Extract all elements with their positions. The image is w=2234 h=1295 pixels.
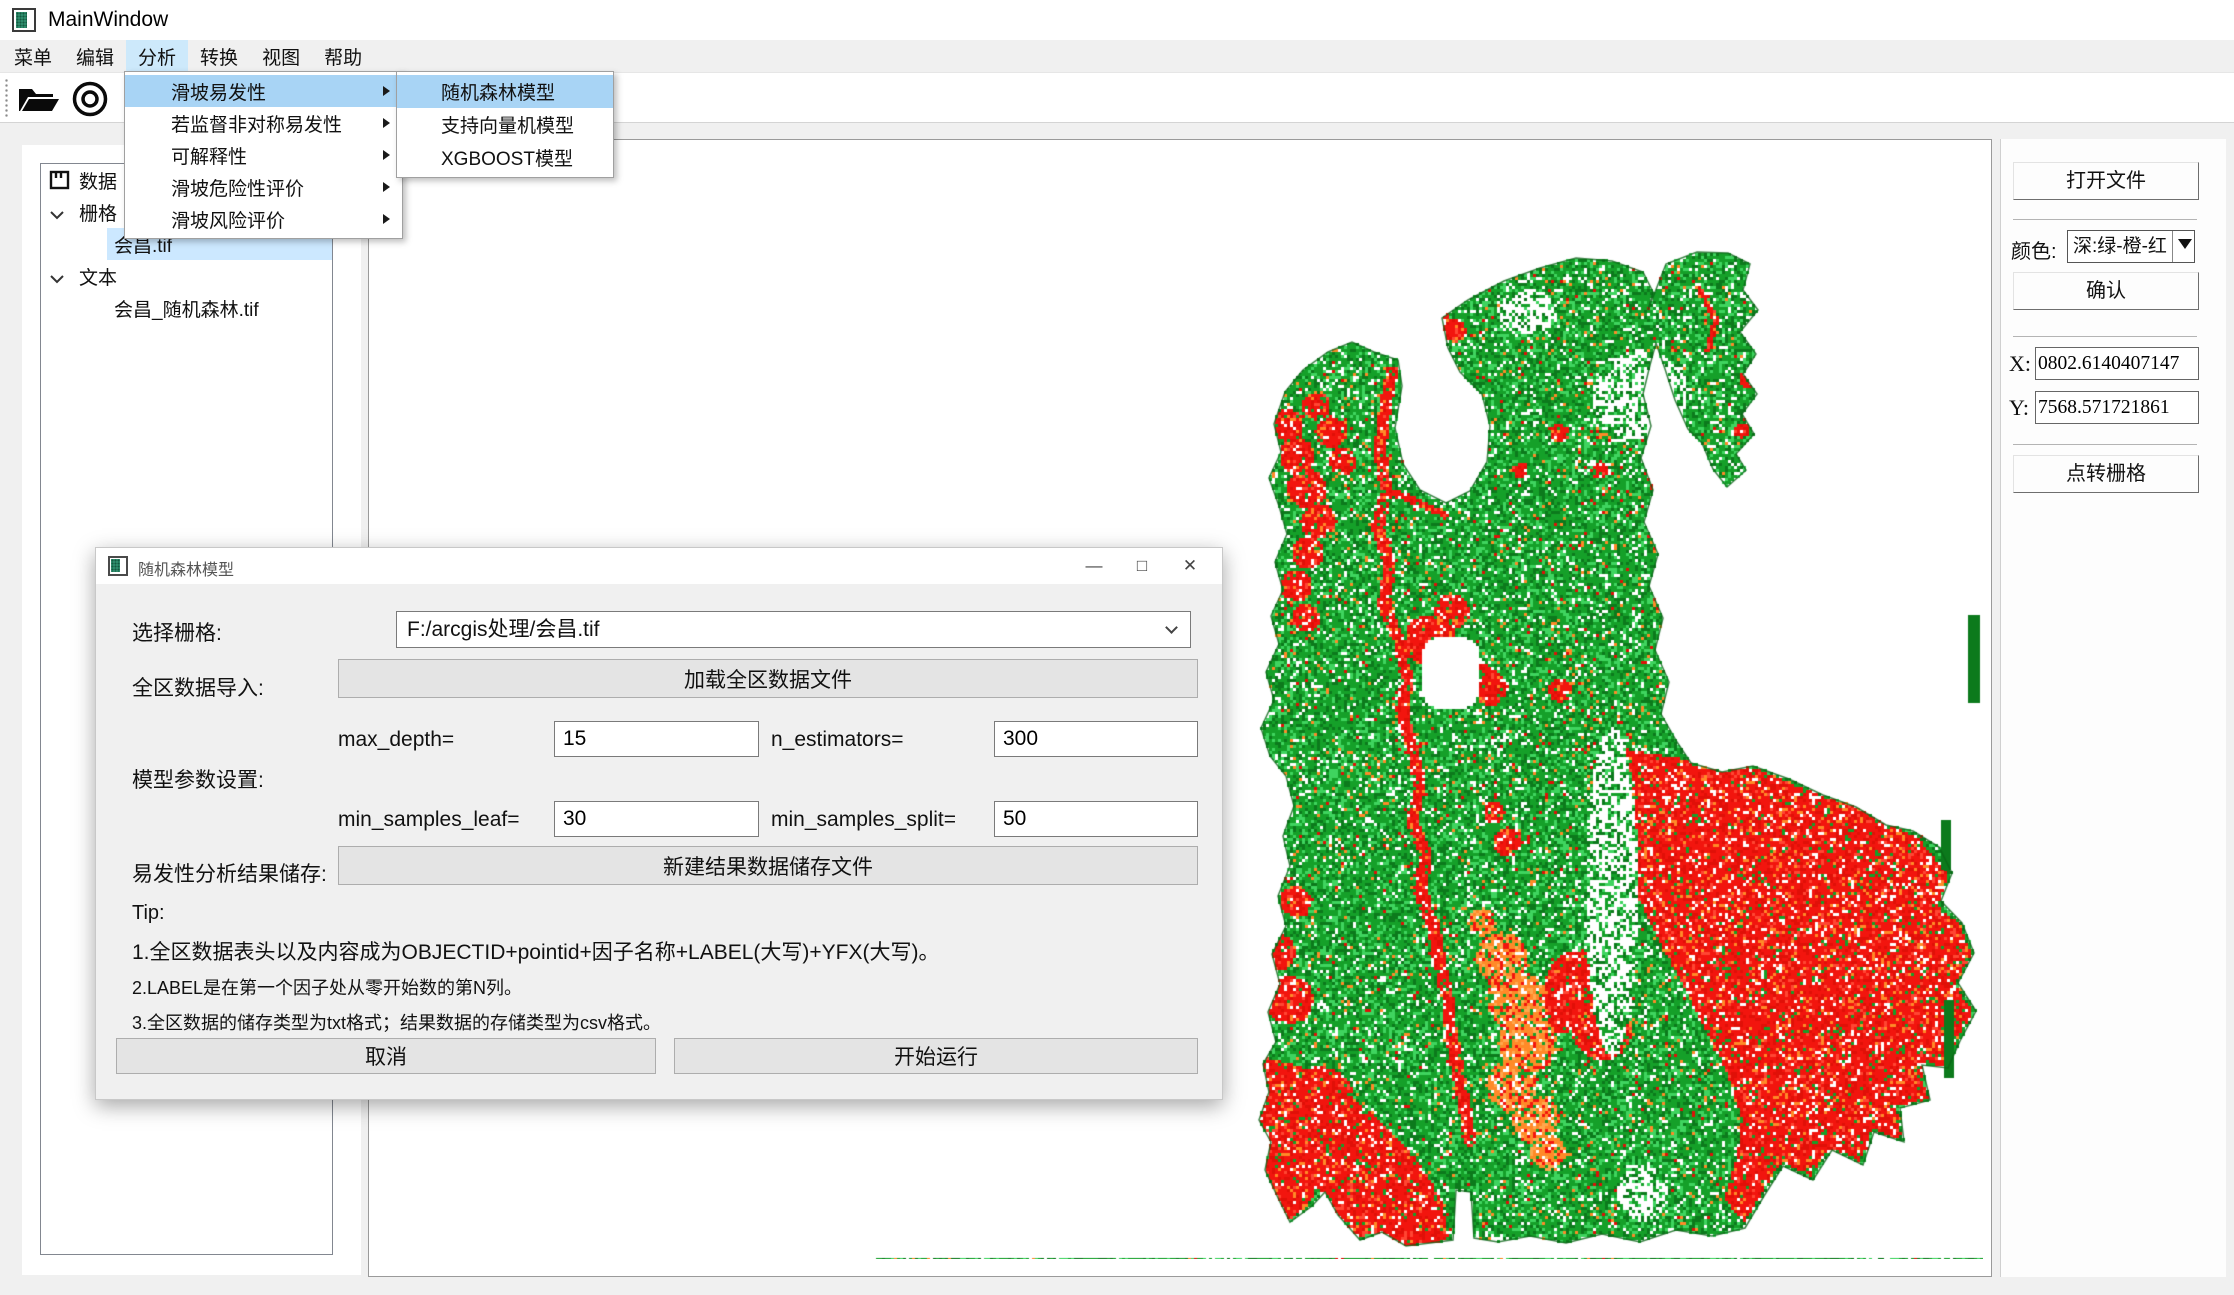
point-to-raster-button[interactable]: 点转栅格 bbox=[2013, 455, 2199, 493]
tree-group-text[interactable]: 文本 bbox=[41, 260, 332, 292]
menu-bar: 菜单 编辑 分析 转换 视图 帮助 bbox=[2, 40, 374, 72]
tip-line-3: 3.全区数据的储存类型为txt格式；结果数据的存储类型为csv格式。 bbox=[132, 1009, 661, 1035]
preview-button[interactable] bbox=[66, 79, 114, 119]
color-scheme-value: 深:绿-橙-红 bbox=[2073, 236, 2167, 257]
toolbar-drag-handle[interactable] bbox=[4, 78, 10, 118]
open-file-button[interactable]: 打开文件 bbox=[2013, 162, 2199, 200]
min-samples-split-input[interactable] bbox=[994, 801, 1198, 837]
menu-item-landslide-susceptibility[interactable]: 滑坡易发性 bbox=[125, 75, 402, 107]
menu-bangzhu[interactable]: 帮助 bbox=[312, 40, 374, 72]
x-label: X: bbox=[2009, 351, 2031, 377]
analysis-menu-popup: 滑坡易发性 若监督非对称易发性 可解释性 滑坡危险性评价 滑坡风险评价 bbox=[124, 71, 403, 239]
submenu-arrow-icon bbox=[383, 118, 390, 128]
open-folder-icon bbox=[16, 83, 60, 115]
n-estimators-label: n_estimators= bbox=[771, 728, 903, 752]
tree-item-huichang-rf-tif[interactable]: 会昌_随机森林.tif bbox=[41, 292, 332, 324]
dataset-icon bbox=[49, 170, 70, 196]
y-label: Y: bbox=[2009, 395, 2029, 421]
min-samples-split-label: min_samples_split= bbox=[771, 808, 956, 832]
divider bbox=[2013, 336, 2197, 337]
y-coordinate-input[interactable] bbox=[2035, 391, 2199, 424]
close-icon[interactable]: ✕ bbox=[1166, 548, 1214, 584]
menu-item-hazard-evaluation[interactable]: 滑坡危险性评价 bbox=[125, 171, 402, 203]
import-label: 全区数据导入: bbox=[132, 672, 264, 702]
dialog-window-icon bbox=[108, 556, 128, 576]
menu-item-semi-supervised[interactable]: 若监督非对称易发性 bbox=[125, 107, 402, 139]
divider bbox=[2013, 219, 2197, 220]
max-depth-input[interactable] bbox=[554, 721, 759, 757]
tip-line-1: 1.全区数据表头以及内容成为OBJECTID+pointid+因子名称+LABE… bbox=[132, 936, 939, 966]
submenu-item-random-forest[interactable]: 随机森林模型 bbox=[397, 75, 613, 108]
divider bbox=[2013, 444, 2197, 445]
min-samples-leaf-label: min_samples_leaf= bbox=[338, 808, 520, 832]
chevron-down-icon bbox=[1165, 621, 1178, 634]
raster-select-label: 选择栅格: bbox=[132, 617, 222, 647]
cancel-button[interactable]: 取消 bbox=[116, 1038, 656, 1074]
raster-select-combobox[interactable]: F:/arcgis处理/会昌.tif bbox=[396, 611, 1191, 648]
dialog-title-bar[interactable]: 随机森林模型 — □ ✕ bbox=[96, 548, 1222, 584]
submenu-arrow-icon bbox=[383, 86, 390, 96]
create-result-file-button[interactable]: 新建结果数据储存文件 bbox=[338, 846, 1198, 885]
raster-path-value: F:/arcgis处理/会昌.tif bbox=[407, 618, 600, 641]
tip-line-2: 2.LABEL是在第一个因子处从零开始数的第N列。 bbox=[132, 974, 522, 1000]
tip-heading: Tip: bbox=[132, 902, 165, 925]
model-submenu: 随机森林模型 支持向量机模型 XGBOOST模型 bbox=[396, 71, 614, 178]
submenu-item-svm[interactable]: 支持向量机模型 bbox=[397, 108, 613, 141]
menu-fenxi[interactable]: 分析 bbox=[126, 40, 188, 72]
max-depth-label: max_depth= bbox=[338, 728, 454, 752]
min-samples-leaf-input[interactable] bbox=[554, 801, 759, 837]
main-window: MainWindow 菜单 编辑 分析 转换 视图 帮助 bbox=[0, 0, 2234, 1295]
chevron-down-icon[interactable] bbox=[49, 269, 65, 291]
app-window-icon bbox=[12, 8, 36, 32]
dropdown-arrow-icon bbox=[2178, 239, 2192, 249]
open-folder-button[interactable] bbox=[14, 79, 62, 119]
load-region-data-button[interactable]: 加载全区数据文件 bbox=[338, 659, 1198, 698]
x-coordinate-input[interactable] bbox=[2035, 347, 2199, 380]
minimize-icon[interactable]: — bbox=[1070, 548, 1118, 584]
maximize-icon[interactable]: □ bbox=[1118, 548, 1166, 584]
menu-shitu[interactable]: 视图 bbox=[250, 40, 312, 72]
title-bar: MainWindow bbox=[0, 0, 2234, 40]
color-label: 颜色: bbox=[2011, 235, 2057, 264]
submenu-item-xgboost[interactable]: XGBOOST模型 bbox=[397, 141, 613, 174]
window-title: MainWindow bbox=[48, 8, 168, 32]
random-forest-dialog: 随机森林模型 — □ ✕ 选择栅格: F:/arcgis处理/会昌.tif 全区… bbox=[95, 547, 1223, 1100]
color-scheme-select[interactable]: 深:绿-橙-红 bbox=[2067, 230, 2195, 263]
submenu-arrow-icon bbox=[383, 150, 390, 160]
dialog-title: 随机森林模型 bbox=[138, 556, 234, 580]
menu-caidan[interactable]: 菜单 bbox=[2, 40, 64, 72]
menu-item-interpretability[interactable]: 可解释性 bbox=[125, 139, 402, 171]
result-save-label: 易发性分析结果储存: bbox=[132, 858, 327, 888]
chevron-down-icon[interactable] bbox=[49, 205, 65, 227]
submenu-arrow-icon bbox=[383, 214, 390, 224]
params-label: 模型参数设置: bbox=[132, 764, 264, 794]
eye-icon bbox=[70, 79, 110, 119]
right-control-panel: 打开文件 颜色: 深:绿-橙-红 确认 X: Y: 点转栅格 bbox=[2000, 139, 2226, 1277]
menu-item-risk-evaluation[interactable]: 滑坡风险评价 bbox=[125, 203, 402, 235]
n-estimators-input[interactable] bbox=[994, 721, 1198, 757]
run-button[interactable]: 开始运行 bbox=[674, 1038, 1198, 1074]
confirm-button[interactable]: 确认 bbox=[2013, 272, 2199, 310]
menu-zhuanhuan[interactable]: 转换 bbox=[188, 40, 250, 72]
submenu-arrow-icon bbox=[383, 182, 390, 192]
menu-bianji[interactable]: 编辑 bbox=[64, 40, 126, 72]
